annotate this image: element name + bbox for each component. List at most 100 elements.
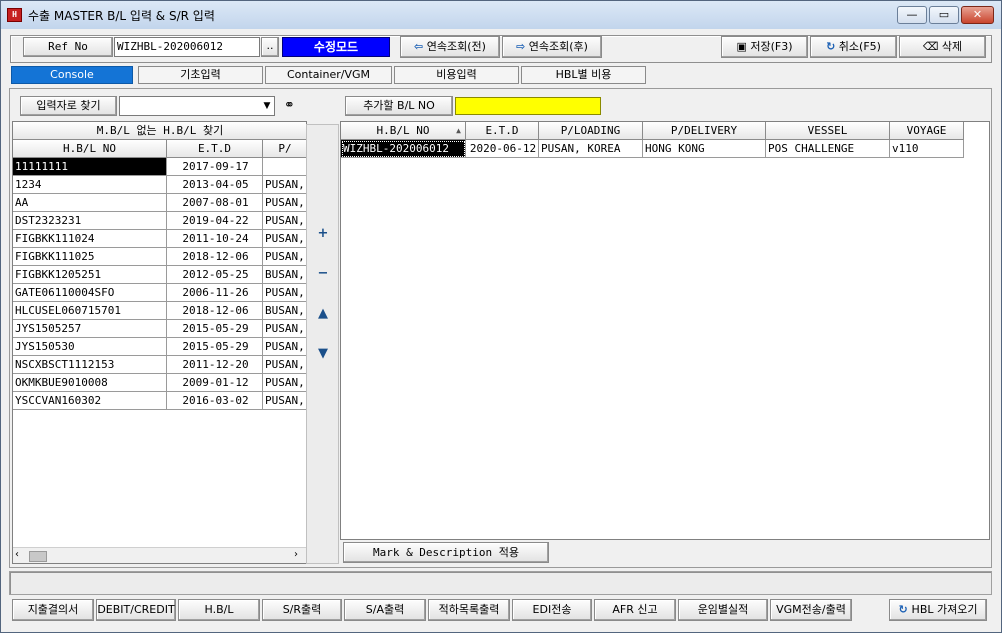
scroll-thumb[interactable] — [29, 551, 47, 562]
table-cell[interactable]: 1234 — [13, 176, 167, 194]
table-row[interactable]: WIZHBL-202006012 2020-06-12 PUSAN, KOREA HO… — [341, 140, 964, 158]
delete-button[interactable]: ⌫ 삭제 — [899, 36, 986, 58]
table-cell[interactable]: HLCUSEL060715701 — [13, 302, 167, 320]
table-cell[interactable]: PUSAN, K — [263, 194, 306, 212]
table-cell[interactable]: 2011-10-24 — [167, 230, 263, 248]
binoculars-icon[interactable]: ⚭ — [284, 96, 302, 116]
save-button[interactable]: ▣ 저장(F3) — [721, 36, 808, 58]
table-cell[interactable]: FIGBKK1205251 — [13, 266, 167, 284]
column-header[interactable]: P/ — [263, 140, 306, 158]
restore-button[interactable]: ▭ — [929, 6, 959, 24]
table-cell[interactable]: 2006-11-26 — [167, 284, 263, 302]
hbl-import-button[interactable]: ↻ HBL 가져오기 — [889, 599, 987, 621]
table-cell[interactable]: 2020-06-12 — [466, 140, 539, 158]
ref-no-input[interactable]: WIZHBL-202006012 — [114, 37, 260, 57]
table-cell[interactable]: 2012-05-25 — [167, 266, 263, 284]
table-cell[interactable]: 2013-04-05 — [167, 176, 263, 194]
table-row[interactable]: HLCUSEL0607157012018-12-06BUSAN, K — [13, 302, 306, 320]
tab-hbl-cost[interactable]: HBL별 비용 — [521, 66, 646, 84]
table-cell[interactable]: 2016-03-02 — [167, 392, 263, 410]
table-cell[interactable]: GATE06110004SFO — [13, 284, 167, 302]
table-cell[interactable]: 11111111 — [13, 158, 167, 176]
ref-lookup-button[interactable]: .. — [261, 37, 279, 57]
horizontal-scrollbar[interactable]: ‹ › — [13, 547, 306, 563]
afr-report-button[interactable]: AFR 신고 — [594, 599, 676, 621]
user-select[interactable] — [119, 96, 275, 116]
column-header[interactable]: P/LOADING — [539, 122, 643, 140]
close-button[interactable]: ✕ — [961, 6, 994, 24]
table-cell[interactable]: PUSAN, K — [263, 176, 306, 194]
add-bl-input[interactable] — [455, 97, 601, 115]
expense-report-button[interactable]: 지출결의서 — [12, 599, 94, 621]
table-cell[interactable]: BUSAN, K — [263, 266, 306, 284]
chevron-down-icon[interactable]: ▼ — [260, 97, 274, 115]
table-cell[interactable]: PUSAN, K — [263, 374, 306, 392]
manifest-print-button[interactable]: 적하목록출력 — [428, 599, 510, 621]
column-header[interactable]: H.B/L NO — [13, 140, 167, 158]
tab-console[interactable]: Console — [11, 66, 133, 84]
table-cell[interactable] — [263, 158, 306, 176]
table-cell[interactable]: 2011-12-20 — [167, 356, 263, 374]
table-row[interactable]: AA2007-08-01PUSAN, K — [13, 194, 306, 212]
scroll-right-icon[interactable]: › — [294, 549, 298, 560]
table-row[interactable]: JYS1505302015-05-29PUSAN, K — [13, 338, 306, 356]
table-cell[interactable]: OKMKBUE9010008 — [13, 374, 167, 392]
table-row[interactable]: OKMKBUE90100082009-01-12PUSAN, K — [13, 374, 306, 392]
tab-basic-input[interactable]: 기초입력 — [138, 66, 263, 84]
edi-send-button[interactable]: EDI전송 — [512, 599, 592, 621]
column-header[interactable]: VESSEL — [766, 122, 890, 140]
column-header[interactable]: H.B/L NO ▲ — [341, 122, 466, 140]
scroll-left-icon[interactable]: ‹ — [15, 549, 19, 560]
prev-record-button[interactable]: ⇦ 연속조회(전) — [400, 36, 500, 58]
table-row[interactable]: 12342013-04-05PUSAN, K — [13, 176, 306, 194]
table-cell[interactable]: BUSAN, K — [263, 302, 306, 320]
freight-performance-button[interactable]: 운임별실적 — [678, 599, 768, 621]
sr-print-button[interactable]: S/R출력 — [262, 599, 342, 621]
table-cell[interactable]: PUSAN, K — [263, 320, 306, 338]
table-row[interactable]: YSCCVAN1603022016-03-02PUSAN, K — [13, 392, 306, 410]
table-cell[interactable]: JYS1505257 — [13, 320, 167, 338]
table-cell[interactable]: AA — [13, 194, 167, 212]
arrow-up-icon[interactable]: ▲ — [314, 305, 332, 323]
plus-icon[interactable]: + — [314, 225, 332, 243]
table-cell[interactable]: PUSAN, KOREA — [539, 140, 643, 158]
table-row[interactable]: NSCXBSCT11121532011-12-20PUSAN, K — [13, 356, 306, 374]
tab-cost-input[interactable]: 비용입력 — [394, 66, 519, 84]
table-cell[interactable]: PUSAN, K — [263, 392, 306, 410]
sa-print-button[interactable]: S/A출력 — [344, 599, 426, 621]
table-cell[interactable]: PUSAN, K — [263, 356, 306, 374]
table-cell[interactable]: NSCXBSCT1112153 — [13, 356, 167, 374]
table-row[interactable]: JYS15052572015-05-29PUSAN, K — [13, 320, 306, 338]
table-cell[interactable]: PUSAN, K — [263, 248, 306, 266]
column-header[interactable]: VOYAGE — [890, 122, 964, 140]
column-header[interactable]: E.T.D — [167, 140, 263, 158]
mark-description-apply-button[interactable]: Mark & Description 적용 — [343, 542, 549, 563]
table-cell[interactable]: 2017-09-17 — [167, 158, 263, 176]
table-cell[interactable]: 2007-08-01 — [167, 194, 263, 212]
table-cell[interactable]: PUSAN, K — [263, 230, 306, 248]
table-cell[interactable]: 2015-05-29 — [167, 320, 263, 338]
minimize-button[interactable]: — — [897, 6, 927, 24]
hbl-button[interactable]: H.B/L — [178, 599, 260, 621]
table-cell[interactable]: FIGBKK111025 — [13, 248, 167, 266]
table-row[interactable]: DST23232312019-04-22PUSAN, K — [13, 212, 306, 230]
table-cell[interactable]: 2015-05-29 — [167, 338, 263, 356]
table-cell[interactable]: POS CHALLENGE — [766, 140, 890, 158]
table-cell[interactable]: WIZHBL-202006012 — [341, 140, 466, 158]
table-cell[interactable]: PUSAN, K — [263, 338, 306, 356]
table-cell[interactable]: DST2323231 — [13, 212, 167, 230]
vgm-send-button[interactable]: VGM전송/출력 — [770, 599, 852, 621]
table-cell[interactable]: FIGBKK111024 — [13, 230, 167, 248]
table-cell[interactable]: JYS150530 — [13, 338, 167, 356]
table-cell[interactable]: HONG KONG — [643, 140, 766, 158]
column-header[interactable]: P/DELIVERY — [643, 122, 766, 140]
minus-icon[interactable]: − — [314, 265, 332, 283]
table-cell[interactable]: 2019-04-22 — [167, 212, 263, 230]
debit-credit-button[interactable]: DEBIT/CREDIT — [96, 599, 176, 621]
table-row[interactable]: FIGBKK12052512012-05-25BUSAN, K — [13, 266, 306, 284]
table-cell[interactable]: 2018-12-06 — [167, 248, 263, 266]
cancel-button[interactable]: ↻ 취소(F5) — [810, 36, 897, 58]
table-row[interactable]: FIGBKK1110252018-12-06PUSAN, K — [13, 248, 306, 266]
table-cell[interactable]: v110 — [890, 140, 964, 158]
next-record-button[interactable]: ⇨ 연속조회(후) — [502, 36, 602, 58]
